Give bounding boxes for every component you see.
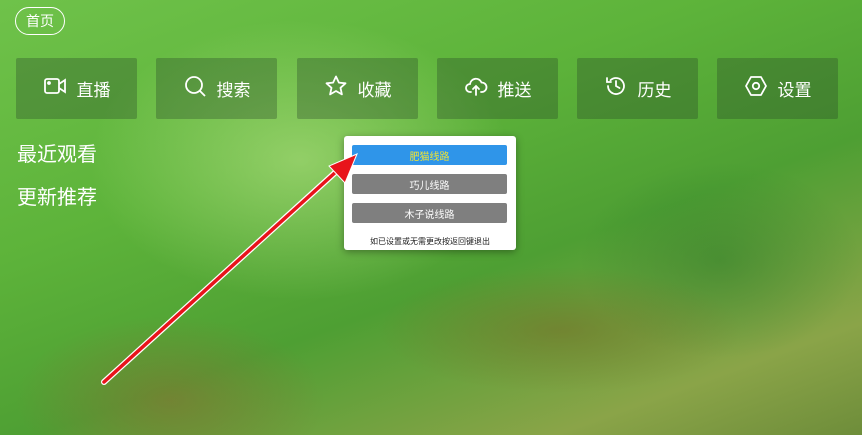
annotation-arrow	[101, 153, 358, 385]
